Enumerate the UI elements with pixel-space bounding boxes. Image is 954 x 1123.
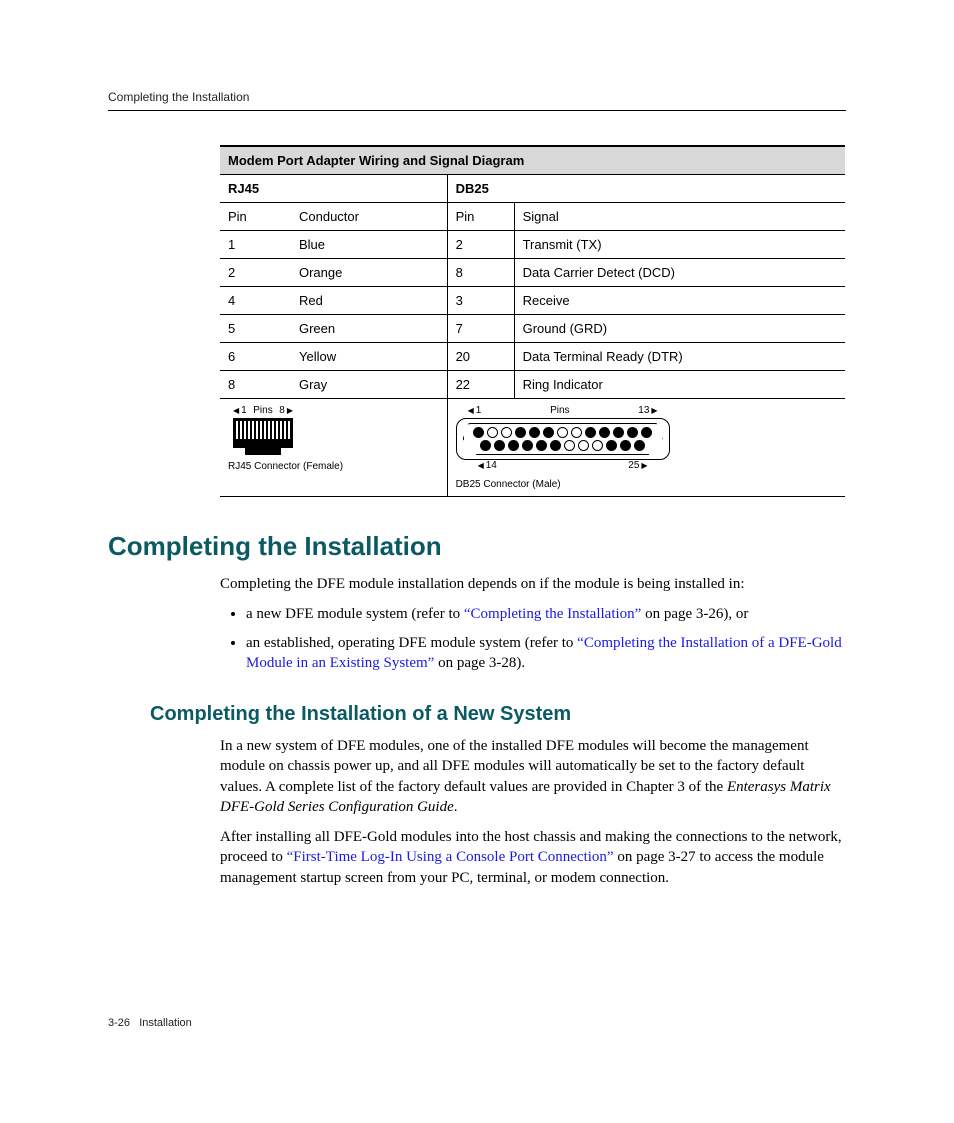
db25-pin14-label: 14 xyxy=(478,460,497,471)
rj45-pin8-label: 8 xyxy=(279,405,293,416)
rj45-caption: RJ45 Connector (Female) xyxy=(228,461,439,472)
table-row: 4 Red 3 Receive xyxy=(220,287,845,315)
intro-paragraph: Completing the DFE module installation d… xyxy=(220,574,846,594)
col-pin-db25: Pin xyxy=(447,203,514,231)
page-footer: 3-26 Installation xyxy=(108,1017,192,1029)
heading-completing-installation: Completing the Installation xyxy=(108,531,846,562)
table-row: 1 Blue 2 Transmit (TX) xyxy=(220,231,845,259)
pins-label: Pins xyxy=(550,405,569,416)
heading-new-system: Completing the Installation of a New Sys… xyxy=(150,703,846,726)
table-row: 8 Gray 22 Ring Indicator xyxy=(220,371,845,399)
db25-pin25-label: 25 xyxy=(628,460,647,471)
list-item: an established, operating DFE module sys… xyxy=(246,633,846,674)
db25-caption: DB25 Connector (Male) xyxy=(456,479,837,490)
table-row: 5 Green 7 Ground (GRD) xyxy=(220,315,845,343)
rj45-pin1-label: 1 xyxy=(233,405,247,416)
col-conductor: Conductor xyxy=(291,203,447,231)
paragraph-new-system-2: After installing all DFE-Gold modules in… xyxy=(220,827,846,888)
paragraph-new-system-1: In a new system of DFE modules, one of t… xyxy=(220,736,846,817)
rj45-header: RJ45 xyxy=(220,175,447,203)
list-item: a new DFE module system (refer to “Compl… xyxy=(246,604,846,624)
page-number: 3-26 xyxy=(108,1017,130,1029)
table-title: Modem Port Adapter Wiring and Signal Dia… xyxy=(220,146,845,175)
db25-pin1-label: 1 xyxy=(468,405,482,416)
page-header: Completing the Installation xyxy=(108,90,846,111)
rj45-diagram: 1 Pins 8 RJ45 Connector (Female) xyxy=(220,399,447,497)
footer-label: Installation xyxy=(139,1017,192,1029)
table-row: 2 Orange 8 Data Carrier Detect (DCD) xyxy=(220,259,845,287)
pins-label: Pins xyxy=(253,405,272,416)
rj45-connector-icon xyxy=(233,418,293,448)
col-signal: Signal xyxy=(514,203,845,231)
db25-connector-icon xyxy=(456,418,670,460)
table-row: 6 Yellow 20 Data Terminal Ready (DTR) xyxy=(220,343,845,371)
col-pin-rj45: Pin xyxy=(220,203,291,231)
db25-diagram: 1 Pins 13 xyxy=(447,399,845,497)
xref-completing-installation[interactable]: “Completing the Installation” xyxy=(464,606,641,622)
db25-header: DB25 xyxy=(447,175,845,203)
xref-first-time-login[interactable]: “First-Time Log-In Using a Console Port … xyxy=(287,849,614,865)
wiring-table: Modem Port Adapter Wiring and Signal Dia… xyxy=(220,145,845,497)
db25-pin13-label: 13 xyxy=(638,405,657,416)
